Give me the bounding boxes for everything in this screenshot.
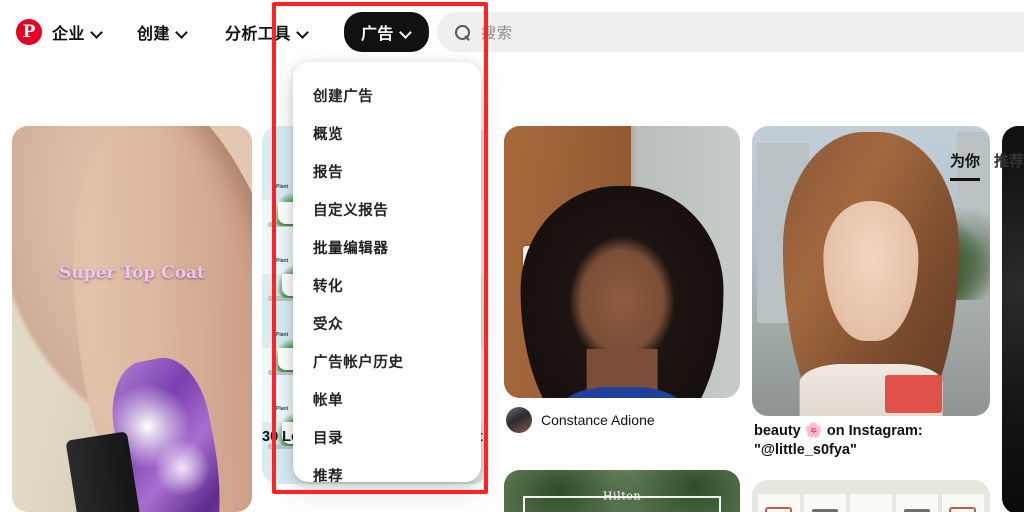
- nav-item-analytics[interactable]: 分析工具: [225, 18, 309, 46]
- pin-image-furniture-set: [752, 480, 990, 512]
- pinterest-logo-letter: P: [22, 21, 36, 42]
- pin-feed: Super Top Coat Plant Plant Plant Plant 3…: [0, 64, 1024, 512]
- pin-image-dark-edge: [1002, 126, 1024, 512]
- nav-item-business-label: 企业: [52, 26, 85, 43]
- pin-byline-name: Constance Adione: [541, 412, 655, 428]
- nav-item-ads[interactable]: 广告: [344, 12, 429, 52]
- pin-overlay-text-hilton: Hilton: [602, 489, 642, 503]
- search-bar[interactable]: 搜索: [437, 12, 1024, 52]
- feed-tabs: 为你 推荐: [949, 150, 1024, 181]
- chevron-down-icon: [401, 27, 412, 38]
- pin-card-nail-art[interactable]: Super Top Coat: [12, 126, 252, 512]
- chevron-down-icon: [298, 27, 309, 38]
- search-input[interactable]: 搜索: [481, 22, 513, 43]
- nav-item-create-label: 创建: [137, 26, 170, 43]
- nav-item-create[interactable]: 创建: [137, 18, 188, 46]
- chevron-down-icon: [177, 27, 188, 38]
- menu-item-overview[interactable]: 概览: [293, 114, 481, 152]
- pin-card-dark-edge[interactable]: [1002, 126, 1024, 512]
- pinterest-logo-icon[interactable]: P: [16, 19, 42, 45]
- pin-image-nail-art: Super Top Coat: [12, 126, 252, 512]
- menu-item-recommendations[interactable]: 推荐: [293, 456, 481, 483]
- menu-item-create-ad[interactable]: 创建广告: [293, 76, 481, 114]
- pinterest-business-page: Super Top Coat Plant Plant Plant Plant 3…: [0, 0, 1024, 512]
- pin-image-braided-hair: [504, 126, 740, 398]
- feed-tab-for-you[interactable]: 为你: [949, 150, 980, 181]
- top-navigation-bar: P 企业 创建 分析工具 广告 搜索: [0, 0, 1024, 64]
- pin-card-braided-hair[interactable]: [504, 126, 740, 398]
- pin-overlay-text-nail-art: Super Top Coat: [59, 262, 205, 283]
- menu-item-catalogs[interactable]: 目录: [293, 418, 481, 456]
- avatar: [506, 407, 532, 433]
- nav-item-business[interactable]: 企业: [52, 18, 103, 46]
- pin-byline-braided-hair[interactable]: Constance Adione: [506, 407, 655, 433]
- menu-item-ad-account-history[interactable]: 广告帐户历史: [293, 342, 481, 380]
- pin-card-hilton-resort[interactable]: Hilton: [504, 470, 740, 512]
- menu-item-custom-report[interactable]: 自定义报告: [293, 190, 481, 228]
- nav-item-ads-label: 广告: [361, 26, 394, 43]
- feed-tab-recommended[interactable]: 推荐: [994, 150, 1024, 178]
- nav-item-analytics-label: 分析工具: [225, 26, 291, 43]
- pin-card-furniture-set[interactable]: [752, 480, 990, 512]
- menu-item-conversions[interactable]: 转化: [293, 266, 481, 304]
- pin-caption-city-portrait[interactable]: beauty 🌸 on Instagram: "@little_s0fya": [754, 422, 990, 459]
- search-icon: [455, 24, 470, 40]
- menu-item-bulk-editor[interactable]: 批量编辑器: [293, 228, 481, 266]
- chevron-down-icon: [92, 27, 103, 38]
- menu-item-reporting[interactable]: 报告: [293, 152, 481, 190]
- menu-item-audiences[interactable]: 受众: [293, 304, 481, 342]
- menu-item-billing[interactable]: 帐单: [293, 380, 481, 418]
- ads-dropdown-menu: 创建广告 概览 报告 自定义报告 批量编辑器 转化 受众 广告帐户历史 帐单 目…: [293, 62, 481, 482]
- pin-image-hilton-resort: Hilton: [504, 470, 740, 512]
